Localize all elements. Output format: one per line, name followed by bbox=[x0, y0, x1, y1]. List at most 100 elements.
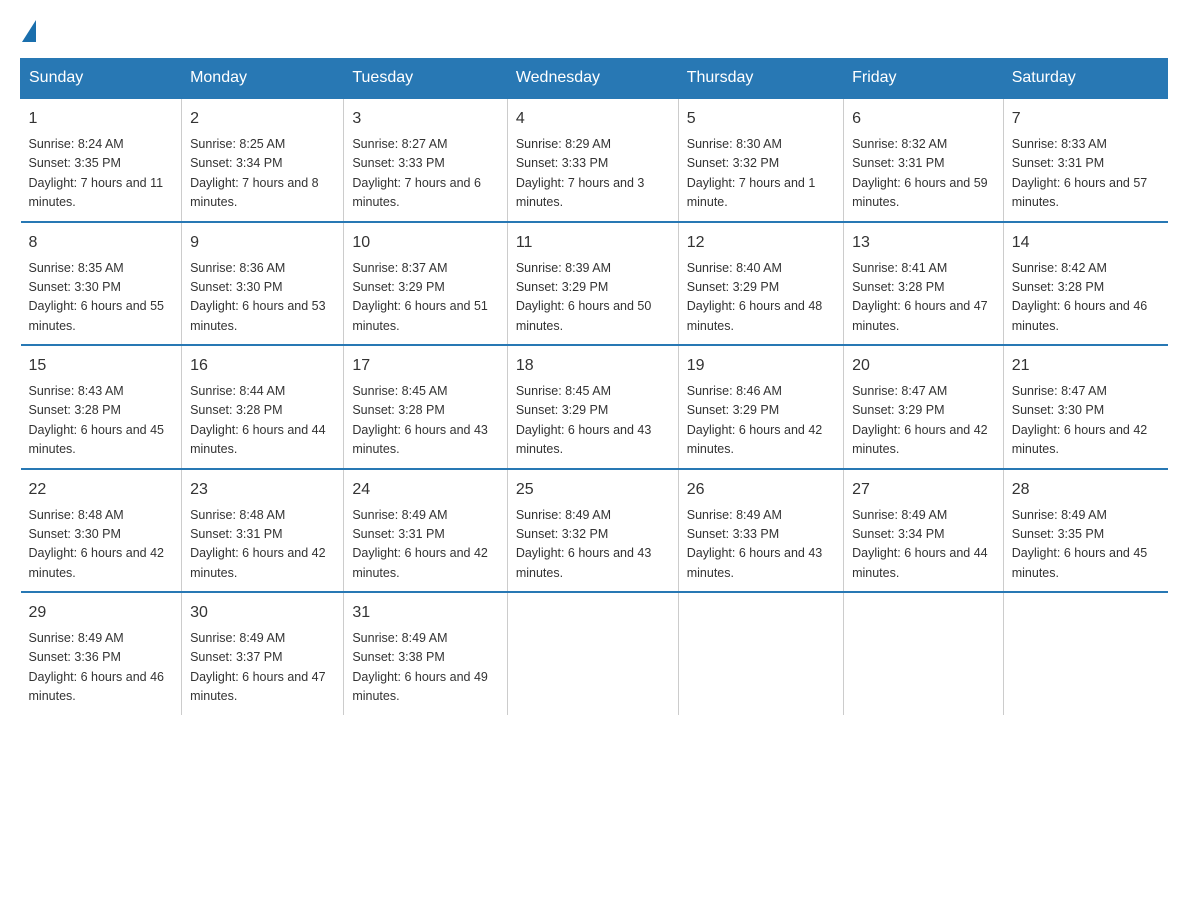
column-header-wednesday: Wednesday bbox=[507, 59, 678, 99]
logo-triangle-icon bbox=[22, 20, 36, 42]
day-info: Sunrise: 8:45 AMSunset: 3:28 PMDaylight:… bbox=[352, 382, 498, 460]
calendar-cell: 8 Sunrise: 8:35 AMSunset: 3:30 PMDaylight… bbox=[21, 222, 182, 346]
day-number: 2 bbox=[190, 107, 335, 131]
day-info: Sunrise: 8:43 AMSunset: 3:28 PMDaylight:… bbox=[29, 382, 174, 460]
day-info: Sunrise: 8:49 AMSunset: 3:38 PMDaylight:… bbox=[352, 629, 498, 707]
day-number: 26 bbox=[687, 478, 835, 502]
calendar-cell: 7 Sunrise: 8:33 AMSunset: 3:31 PMDaylight… bbox=[1003, 98, 1167, 222]
day-number: 15 bbox=[29, 354, 174, 378]
day-info: Sunrise: 8:45 AMSunset: 3:29 PMDaylight:… bbox=[516, 382, 670, 460]
day-number: 31 bbox=[352, 601, 498, 625]
calendar-cell: 1 Sunrise: 8:24 AMSunset: 3:35 PMDaylight… bbox=[21, 98, 182, 222]
day-info: Sunrise: 8:49 AMSunset: 3:36 PMDaylight:… bbox=[29, 629, 174, 707]
calendar-week-row: 8 Sunrise: 8:35 AMSunset: 3:30 PMDaylight… bbox=[21, 222, 1168, 346]
day-info: Sunrise: 8:49 AMSunset: 3:34 PMDaylight:… bbox=[852, 506, 995, 584]
calendar-cell: 4 Sunrise: 8:29 AMSunset: 3:33 PMDaylight… bbox=[507, 98, 678, 222]
logo-text bbox=[20, 20, 38, 42]
calendar-header-row: SundayMondayTuesdayWednesdayThursdayFrid… bbox=[21, 59, 1168, 99]
calendar-cell: 21 Sunrise: 8:47 AMSunset: 3:30 PMDayligh… bbox=[1003, 345, 1167, 469]
day-number: 5 bbox=[687, 107, 835, 131]
calendar-cell: 26 Sunrise: 8:49 AMSunset: 3:33 PMDayligh… bbox=[678, 469, 843, 593]
day-number: 8 bbox=[29, 231, 174, 255]
day-info: Sunrise: 8:32 AMSunset: 3:31 PMDaylight:… bbox=[852, 135, 995, 213]
day-number: 17 bbox=[352, 354, 498, 378]
calendar-cell: 19Sunrise: 8:46 AMSunset: 3:29 PMDayligh… bbox=[678, 345, 843, 469]
day-number: 10 bbox=[352, 231, 498, 255]
calendar-cell: 29 Sunrise: 8:49 AMSunset: 3:36 PMDayligh… bbox=[21, 592, 182, 715]
day-info: Sunrise: 8:40 AMSunset: 3:29 PMDaylight:… bbox=[687, 259, 835, 337]
day-number: 14 bbox=[1012, 231, 1160, 255]
day-info: Sunrise: 8:25 AMSunset: 3:34 PMDaylight:… bbox=[190, 135, 335, 213]
calendar-cell bbox=[507, 592, 678, 715]
day-info: Sunrise: 8:44 AMSunset: 3:28 PMDaylight:… bbox=[190, 382, 335, 460]
calendar-cell: 9Sunrise: 8:36 AMSunset: 3:30 PMDaylight… bbox=[182, 222, 344, 346]
day-number: 22 bbox=[29, 478, 174, 502]
day-number: 30 bbox=[190, 601, 335, 625]
day-number: 18 bbox=[516, 354, 670, 378]
calendar-cell: 11 Sunrise: 8:39 AMSunset: 3:29 PMDayligh… bbox=[507, 222, 678, 346]
day-number: 27 bbox=[852, 478, 995, 502]
calendar-cell bbox=[678, 592, 843, 715]
calendar-week-row: 1 Sunrise: 8:24 AMSunset: 3:35 PMDaylight… bbox=[21, 98, 1168, 222]
day-info: Sunrise: 8:47 AMSunset: 3:29 PMDaylight:… bbox=[852, 382, 995, 460]
calendar-cell bbox=[844, 592, 1004, 715]
day-info: Sunrise: 8:49 AMSunset: 3:37 PMDaylight:… bbox=[190, 629, 335, 707]
day-number: 7 bbox=[1012, 107, 1160, 131]
calendar-cell: 2 Sunrise: 8:25 AMSunset: 3:34 PMDaylight… bbox=[182, 98, 344, 222]
day-info: Sunrise: 8:39 AMSunset: 3:29 PMDaylight:… bbox=[516, 259, 670, 337]
day-info: Sunrise: 8:42 AMSunset: 3:28 PMDaylight:… bbox=[1012, 259, 1160, 337]
calendar-cell: 6Sunrise: 8:32 AMSunset: 3:31 PMDaylight… bbox=[844, 98, 1004, 222]
day-number: 3 bbox=[352, 107, 498, 131]
day-number: 21 bbox=[1012, 354, 1160, 378]
day-number: 24 bbox=[352, 478, 498, 502]
day-number: 11 bbox=[516, 231, 670, 255]
day-number: 1 bbox=[29, 107, 174, 131]
calendar-table: SundayMondayTuesdayWednesdayThursdayFrid… bbox=[20, 58, 1168, 715]
day-number: 25 bbox=[516, 478, 670, 502]
day-info: Sunrise: 8:48 AMSunset: 3:31 PMDaylight:… bbox=[190, 506, 335, 584]
column-header-sunday: Sunday bbox=[21, 59, 182, 99]
calendar-week-row: 15 Sunrise: 8:43 AMSunset: 3:28 PMDayligh… bbox=[21, 345, 1168, 469]
day-info: Sunrise: 8:48 AMSunset: 3:30 PMDaylight:… bbox=[29, 506, 174, 584]
day-number: 29 bbox=[29, 601, 174, 625]
day-info: Sunrise: 8:37 AMSunset: 3:29 PMDaylight:… bbox=[352, 259, 498, 337]
calendar-cell: 14 Sunrise: 8:42 AMSunset: 3:28 PMDayligh… bbox=[1003, 222, 1167, 346]
day-number: 13 bbox=[852, 231, 995, 255]
day-info: Sunrise: 8:49 AMSunset: 3:35 PMDaylight:… bbox=[1012, 506, 1160, 584]
day-info: Sunrise: 8:29 AMSunset: 3:33 PMDaylight:… bbox=[516, 135, 670, 213]
day-info: Sunrise: 8:33 AMSunset: 3:31 PMDaylight:… bbox=[1012, 135, 1160, 213]
calendar-cell: 5 Sunrise: 8:30 AMSunset: 3:32 PMDaylight… bbox=[678, 98, 843, 222]
calendar-cell: 27 Sunrise: 8:49 AMSunset: 3:34 PMDayligh… bbox=[844, 469, 1004, 593]
day-info: Sunrise: 8:30 AMSunset: 3:32 PMDaylight:… bbox=[687, 135, 835, 213]
day-info: Sunrise: 8:49 AMSunset: 3:33 PMDaylight:… bbox=[687, 506, 835, 584]
column-header-friday: Friday bbox=[844, 59, 1004, 99]
column-header-monday: Monday bbox=[182, 59, 344, 99]
day-number: 16 bbox=[190, 354, 335, 378]
calendar-cell: 24Sunrise: 8:49 AMSunset: 3:31 PMDayligh… bbox=[344, 469, 507, 593]
calendar-week-row: 22 Sunrise: 8:48 AMSunset: 3:30 PMDayligh… bbox=[21, 469, 1168, 593]
calendar-week-row: 29 Sunrise: 8:49 AMSunset: 3:36 PMDayligh… bbox=[21, 592, 1168, 715]
day-number: 28 bbox=[1012, 478, 1160, 502]
calendar-cell: 3 Sunrise: 8:27 AMSunset: 3:33 PMDaylight… bbox=[344, 98, 507, 222]
day-number: 12 bbox=[687, 231, 835, 255]
day-info: Sunrise: 8:41 AMSunset: 3:28 PMDaylight:… bbox=[852, 259, 995, 337]
day-info: Sunrise: 8:47 AMSunset: 3:30 PMDaylight:… bbox=[1012, 382, 1160, 460]
calendar-cell: 17 Sunrise: 8:45 AMSunset: 3:28 PMDayligh… bbox=[344, 345, 507, 469]
day-number: 20 bbox=[852, 354, 995, 378]
calendar-cell: 18 Sunrise: 8:45 AMSunset: 3:29 PMDayligh… bbox=[507, 345, 678, 469]
calendar-cell: 30 Sunrise: 8:49 AMSunset: 3:37 PMDayligh… bbox=[182, 592, 344, 715]
calendar-cell: 10 Sunrise: 8:37 AMSunset: 3:29 PMDayligh… bbox=[344, 222, 507, 346]
day-number: 23 bbox=[190, 478, 335, 502]
column-header-thursday: Thursday bbox=[678, 59, 843, 99]
calendar-cell bbox=[1003, 592, 1167, 715]
calendar-cell: 22 Sunrise: 8:48 AMSunset: 3:30 PMDayligh… bbox=[21, 469, 182, 593]
calendar-cell: 28 Sunrise: 8:49 AMSunset: 3:35 PMDayligh… bbox=[1003, 469, 1167, 593]
day-info: Sunrise: 8:35 AMSunset: 3:30 PMDaylight:… bbox=[29, 259, 174, 337]
calendar-cell: 12 Sunrise: 8:40 AMSunset: 3:29 PMDayligh… bbox=[678, 222, 843, 346]
day-info: Sunrise: 8:27 AMSunset: 3:33 PMDaylight:… bbox=[352, 135, 498, 213]
day-info: Sunrise: 8:24 AMSunset: 3:35 PMDaylight:… bbox=[29, 135, 174, 213]
day-info: Sunrise: 8:49 AMSunset: 3:32 PMDaylight:… bbox=[516, 506, 670, 584]
day-number: 4 bbox=[516, 107, 670, 131]
column-header-saturday: Saturday bbox=[1003, 59, 1167, 99]
day-info: Sunrise: 8:46 AMSunset: 3:29 PMDaylight:… bbox=[687, 382, 835, 460]
